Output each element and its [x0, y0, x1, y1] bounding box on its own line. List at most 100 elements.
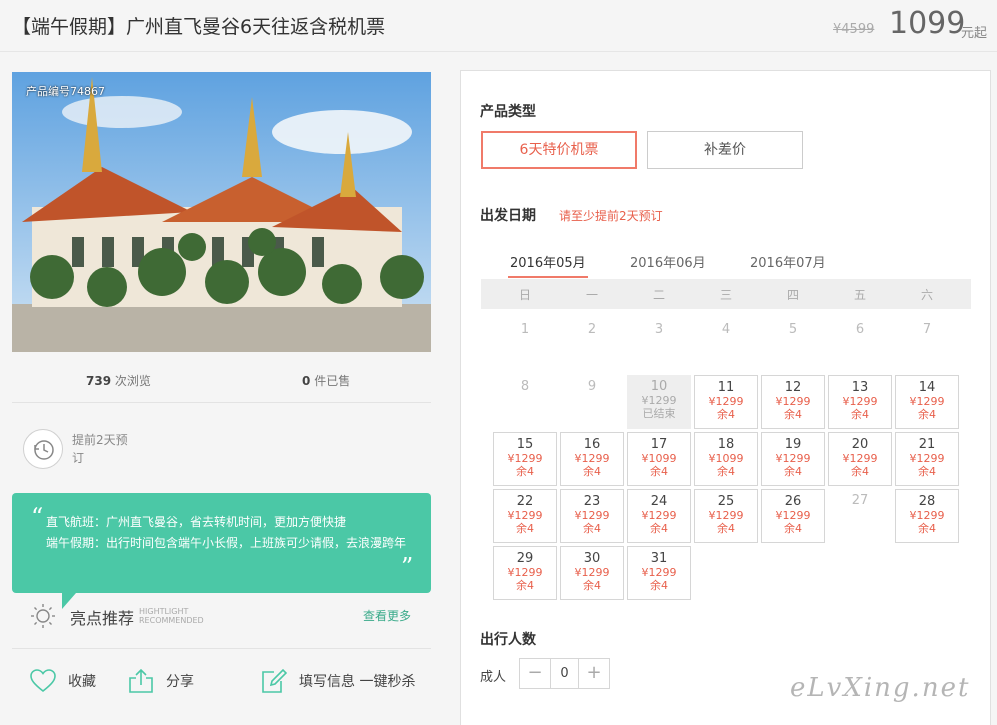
day-number: 13 — [851, 380, 869, 395]
view-count: 739 次浏览 — [86, 372, 151, 389]
decrease-button[interactable]: − — [520, 659, 550, 688]
day-availability: 余4 — [851, 408, 869, 421]
day-price: ¥1099 — [708, 452, 744, 465]
weekday-label: 三 — [719, 288, 732, 302]
day-availability: 余4 — [784, 522, 802, 535]
fill-info-button[interactable]: 填写信息 一键秒杀 — [261, 666, 415, 696]
calendar-day[interactable]: 18 ¥1099 余4 — [694, 432, 758, 486]
edit-icon — [262, 668, 287, 693]
calendar-day[interactable]: 28 ¥1299 余4 — [895, 489, 959, 543]
calendar-day[interactable]: 29 ¥1299 余4 — [493, 546, 557, 600]
day-price: ¥1299 — [842, 452, 878, 465]
clock-icon — [23, 429, 63, 469]
view-more-link[interactable]: 查看更多 — [363, 607, 411, 624]
day-number: 29 — [516, 551, 534, 566]
travelers-label: 出行人数 — [480, 632, 536, 648]
day-price: ¥1299 — [574, 452, 610, 465]
day-price: ¥1299 — [641, 566, 677, 579]
calendar-day: 9 — [560, 375, 624, 429]
sold-count-label: 件已售 — [314, 374, 351, 388]
day-price: ¥1299 — [507, 509, 543, 522]
advance-tip: 请至少提前2天预订 — [559, 209, 663, 223]
adult-count-input[interactable]: 0 — [550, 659, 579, 688]
day-number: 3 — [654, 322, 664, 337]
day-number: 28 — [918, 494, 936, 509]
share-button[interactable]: 分享 — [128, 666, 194, 696]
increase-button[interactable]: + — [579, 659, 609, 688]
day-availability: 余4 — [583, 465, 601, 478]
quote-open-icon: “ — [31, 503, 44, 531]
calendar-day[interactable]: 11 ¥1299 余4 — [694, 375, 758, 429]
calendar-day[interactable]: 30 ¥1299 余4 — [560, 546, 624, 600]
day-availability: 余4 — [650, 522, 668, 535]
day-number: 14 — [918, 380, 936, 395]
tab-month-july[interactable]: 2016年07月 — [750, 252, 826, 271]
calendar-day[interactable]: 13 ¥1299 余4 — [828, 375, 892, 429]
day-number: 19 — [784, 437, 802, 452]
day-price: ¥1299 — [775, 452, 811, 465]
fill-info-label: 填写信息 一键秒杀 — [299, 674, 416, 690]
day-price: ¥1299 — [574, 566, 610, 579]
tab-month-june[interactable]: 2016年06月 — [630, 252, 706, 271]
day-number: 16 — [583, 437, 601, 452]
weekday-label: 四 — [786, 288, 799, 302]
type-option-special-ticket[interactable]: 6天特价机票 — [481, 131, 637, 169]
weekday-label: 二 — [652, 288, 665, 302]
calendar-day[interactable]: 25 ¥1299 余4 — [694, 489, 758, 543]
original-price: ¥4599 — [833, 22, 875, 37]
highlights-subtitle: HIGHTLIGHT RECOMMENDED — [139, 607, 204, 625]
tab-month-may[interactable]: 2016年05月 — [510, 252, 586, 271]
calendar-day[interactable]: 21 ¥1299 余4 — [895, 432, 959, 486]
day-number: 5 — [788, 322, 798, 337]
favorite-button[interactable]: 收藏 — [30, 666, 96, 696]
sold-count: 0 件已售 — [302, 372, 350, 389]
calendar-day[interactable]: 15 ¥1299 余4 — [493, 432, 557, 486]
calendar-day[interactable]: 12 ¥1299 余4 — [761, 375, 825, 429]
divider — [12, 402, 431, 403]
calendar-day: 7 — [895, 318, 959, 372]
day-number: 8 — [520, 379, 530, 394]
highlights-title: 亮点推荐 — [70, 609, 135, 628]
calendar-day[interactable]: 20 ¥1299 余4 — [828, 432, 892, 486]
calendar-day: 8 — [493, 375, 557, 429]
calendar-day[interactable]: 22 ¥1299 余4 — [493, 489, 557, 543]
day-number: 10 — [650, 379, 668, 394]
weekday-label: 五 — [853, 288, 866, 302]
price-unit: 元起 — [961, 26, 988, 41]
calendar-day[interactable]: 31 ¥1299 余4 — [627, 546, 691, 600]
divider — [12, 648, 431, 649]
day-availability: 余4 — [918, 522, 936, 535]
calendar-day[interactable]: 24 ¥1299 余4 — [627, 489, 691, 543]
day-number: 21 — [918, 437, 936, 452]
calendar-day[interactable]: 16 ¥1299 余4 — [560, 432, 624, 486]
day-price: ¥1299 — [507, 566, 543, 579]
calendar-day[interactable]: 23 ¥1299 余4 — [560, 489, 624, 543]
calendar-day[interactable]: 14 ¥1299 余4 — [895, 375, 959, 429]
calendar-day[interactable]: 19 ¥1299 余4 — [761, 432, 825, 486]
highlight-line: 端午假期：出行时间包含端午小长假，上班族可少请假，去浪漫跨年 — [46, 536, 407, 550]
day-number: 20 — [851, 437, 869, 452]
day-price: ¥1299 — [775, 509, 811, 522]
calendar-day[interactable]: 26 ¥1299 余4 — [761, 489, 825, 543]
day-number: 12 — [784, 380, 802, 395]
day-price: ¥1299 — [708, 395, 744, 408]
highlights-subtitle-line: RECOMMENDED — [139, 616, 204, 625]
product-number: 产品编号74867 — [26, 85, 105, 98]
day-availability: 余4 — [717, 465, 735, 478]
day-availability: 余4 — [516, 522, 534, 535]
day-number: 26 — [784, 494, 802, 509]
share-icon — [129, 668, 153, 693]
day-number: 6 — [855, 322, 865, 337]
adult-quantity-stepper: − 0 + — [519, 658, 610, 689]
day-availability: 已结束 — [642, 407, 676, 420]
day-number: 22 — [516, 494, 534, 509]
site-watermark: eLvXing.net — [790, 673, 971, 703]
advance-booking-note: 提前2天预订 — [72, 433, 128, 465]
sold-count-value: 0 — [302, 374, 311, 388]
day-number: 7 — [922, 322, 932, 337]
calendar-day[interactable]: 17 ¥1099 余4 — [627, 432, 691, 486]
highlights-bubble: “ 直飞航班：广州直飞曼谷，省去转机时间，更加方便快捷 端午假期：出行时间包含端… — [12, 493, 431, 593]
day-price: ¥1299 — [909, 395, 945, 408]
type-option-price-difference[interactable]: 补差价 — [647, 131, 803, 169]
day-availability: 余4 — [650, 579, 668, 592]
